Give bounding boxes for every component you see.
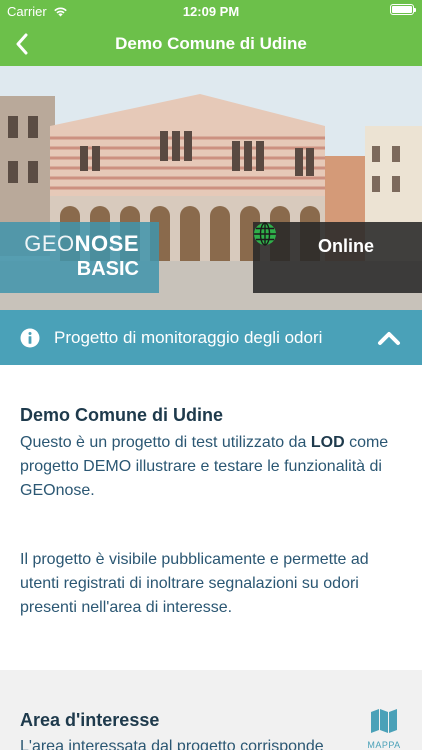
hero-image: GEONOSE BASIC Online (0, 66, 422, 310)
nav-bar: Demo Comune di Udine (0, 22, 422, 66)
project-desc: Questo è un progetto di test utilizzato … (20, 434, 389, 499)
project-title: Demo Comune di Udine (20, 405, 224, 425)
battery-icon (390, 4, 416, 15)
project-description: Demo Comune di Udine Questo è un progett… (0, 365, 422, 670)
map-button[interactable]: MAPPA (364, 708, 404, 750)
chevron-up-icon (378, 332, 400, 345)
brand-edition: BASIC (76, 258, 139, 280)
info-icon (20, 328, 40, 348)
area-section: Area d'interesse L'area interessata dal … (0, 670, 422, 750)
map-button-label: MAPPA (367, 740, 401, 750)
area-title: Area d'interesse (20, 710, 160, 730)
geonose-badge: GEONOSE BASIC (0, 222, 159, 293)
clock: 12:09 PM (182, 4, 240, 19)
globe-icon (254, 222, 276, 246)
map-icon (371, 709, 397, 733)
accordion-label: Progetto di monitoraggio degli odori (54, 328, 323, 347)
project-visibility-text: Il progetto è visibile pubblicamente e p… (20, 551, 369, 616)
area-text: L'area interessata dal progetto corrispo… (20, 738, 324, 750)
status-bar: Carrier 12:09 PM (0, 0, 422, 22)
brand-name: GEONOSE (24, 231, 139, 256)
project-accordion-header[interactable]: Progetto di monitoraggio degli odori (0, 310, 422, 365)
battery-group (390, 4, 416, 15)
status-label: Online (318, 236, 375, 256)
connection-status: Online (253, 222, 422, 293)
page-title: Demo Comune di Udine (115, 34, 307, 53)
lod-link: LOD (310, 434, 345, 451)
